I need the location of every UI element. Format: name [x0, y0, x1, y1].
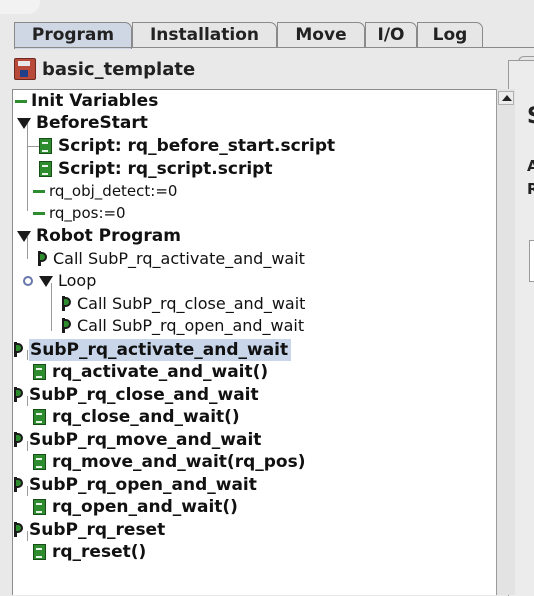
tree-node-activate-script[interactable]: rq_activate_and_wait() — [27, 361, 268, 383]
tree-node-label: Loop — [58, 271, 97, 290]
tree-node-open-script[interactable]: rq_open_and_wait() — [27, 496, 238, 518]
tree-node-label: BeforeStart — [36, 113, 148, 133]
tree-node-script-before-start[interactable]: Script: rq_before_start.script — [27, 135, 335, 157]
tree-node-call-activate[interactable]: Call SubP_rq_activate_and_wait — [27, 248, 305, 270]
tree-node-label: Call SubP_rq_open_and_wait — [77, 316, 305, 335]
tree-node-label: Init Variables — [31, 91, 159, 111]
tab-io[interactable]: I/O — [365, 22, 417, 48]
script-icon — [33, 499, 46, 515]
right-panel-input-fragment[interactable] — [529, 240, 534, 282]
tree-node-label: Call SubP_rq_activate_and_wait — [53, 249, 305, 268]
assignment-icon — [33, 189, 45, 193]
right-panel-text-fragment: R — [527, 180, 534, 198]
tree-node-label: rq_obj_detect:=0 — [49, 182, 178, 200]
tab-program[interactable]: Program — [14, 22, 132, 49]
tree-node-label: Script: rq_script.script — [58, 159, 273, 179]
tree-node-subp-move[interactable]: SubP_rq_move_and_wait — [13, 429, 261, 451]
program-tree[interactable]: Init Variables BeforeStart Script: rq_be… — [12, 89, 497, 595]
tree-node-robot-program[interactable]: Robot Program — [17, 225, 181, 247]
subprogram-icon — [13, 477, 25, 493]
tree-node-subp-open[interactable]: SubP_rq_open_and_wait — [13, 474, 257, 496]
tree-node-label: rq_reset() — [52, 542, 147, 562]
tree-node-subp-close[interactable]: SubP_rq_close_and_wait — [13, 384, 259, 406]
tree-node-init-variables[interactable]: Init Variables — [15, 90, 158, 112]
tab-installation[interactable]: Installation — [132, 22, 277, 48]
tree-node-label: rq_pos:=0 — [49, 204, 126, 222]
script-icon — [33, 364, 46, 380]
tree-node-label: SubP_rq_reset — [29, 520, 166, 540]
subprogram-icon — [13, 387, 25, 403]
tree-node-assign-pos[interactable]: rq_pos:=0 — [27, 202, 126, 224]
tree-node-close-script[interactable]: rq_close_and_wait() — [27, 406, 240, 428]
tab-log[interactable]: Log — [417, 22, 483, 48]
subprogram-icon — [13, 342, 25, 358]
tab-move[interactable]: Move — [277, 22, 365, 48]
expand-triangle-icon — [39, 275, 53, 287]
tree-node-call-open[interactable]: Call SubP_rq_open_and_wait — [51, 315, 304, 337]
subprogram-call-icon — [37, 251, 49, 267]
program-file-icon — [14, 58, 36, 80]
expand-triangle-icon — [17, 230, 31, 242]
subprogram-call-icon — [61, 296, 73, 312]
script-icon — [33, 544, 46, 560]
assignment-icon — [33, 211, 45, 215]
tree-node-reset-script[interactable]: rq_reset() — [27, 541, 146, 563]
tree-node-script-rq-script[interactable]: Script: rq_script.script — [27, 158, 272, 180]
subprogram-icon — [13, 522, 25, 538]
script-icon — [33, 454, 46, 470]
tree-scrollbar[interactable] — [496, 89, 515, 595]
program-header: basic_template — [14, 56, 195, 82]
tree-node-label: Robot Program — [36, 226, 181, 246]
tree-node-loop[interactable]: Loop — [21, 270, 96, 292]
subprogram-call-icon — [61, 318, 73, 334]
tree-node-label: rq_move_and_wait(rq_pos) — [52, 452, 306, 472]
script-icon — [33, 409, 46, 425]
window-corner — [0, 0, 40, 14]
tree-node-label: SubP_rq_activate_and_wait — [29, 339, 292, 361]
tree-node-label: Script: rq_before_start.script — [58, 136, 336, 156]
subprogram-icon — [13, 432, 25, 448]
tree-node-label: rq_open_and_wait() — [52, 497, 238, 517]
tree-node-beforestart[interactable]: BeforeStart — [17, 112, 148, 134]
tree-node-label: rq_activate_and_wait() — [52, 362, 269, 382]
tree-node-label: SubP_rq_close_and_wait — [29, 385, 259, 405]
right-panel-text-fragment: S — [527, 104, 534, 129]
scroll-up-arrow-icon[interactable] — [498, 91, 514, 105]
variables-icon — [15, 99, 27, 103]
tree-node-label: SubP_rq_open_and_wait — [29, 475, 257, 495]
program-name: basic_template — [42, 58, 196, 80]
tree-node-subp-activate[interactable]: SubP_rq_activate_and_wait — [13, 339, 292, 361]
loop-toggle-icon[interactable] — [23, 276, 33, 286]
tab-divider — [14, 47, 534, 48]
right-panel-text-fragment: A — [527, 157, 534, 175]
tree-node-call-close[interactable]: Call SubP_rq_close_and_wait — [51, 293, 305, 315]
tree-node-move-script[interactable]: rq_move_and_wait(rq_pos) — [27, 451, 306, 473]
tree-node-label: SubP_rq_move_and_wait — [29, 430, 262, 450]
tree-node-assign-obj-detect[interactable]: rq_obj_detect:=0 — [27, 180, 177, 202]
script-icon — [39, 138, 52, 154]
script-icon — [39, 161, 52, 177]
expand-triangle-icon — [17, 117, 31, 129]
tree-node-subp-reset[interactable]: SubP_rq_reset — [13, 519, 165, 541]
tree-node-label: Call SubP_rq_close_and_wait — [77, 294, 306, 313]
tree-node-label: rq_close_and_wait() — [52, 407, 240, 427]
